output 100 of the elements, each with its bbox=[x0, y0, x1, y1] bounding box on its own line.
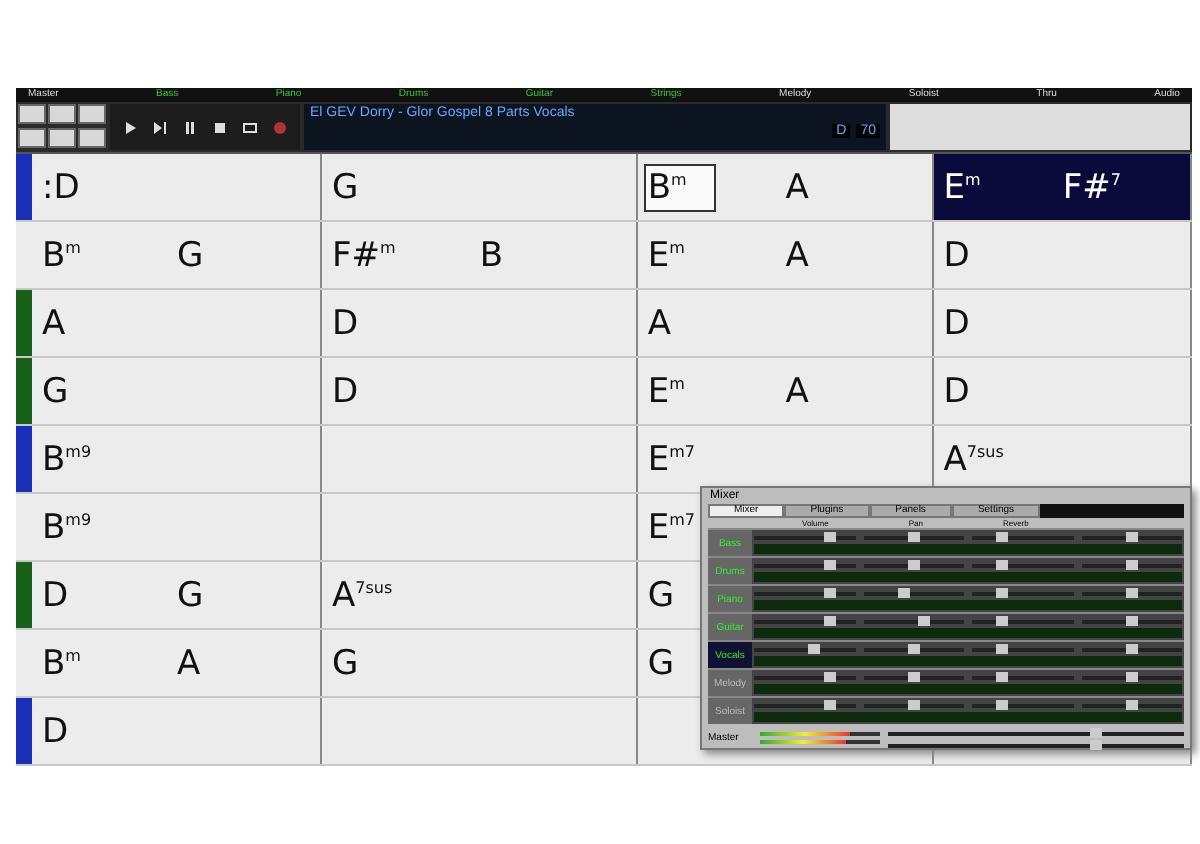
chord-symbol: F#$^{7}$ bbox=[1060, 165, 1124, 211]
bar-cell[interactable]: B$^{m}$ A bbox=[637, 154, 934, 220]
tool-button[interactable] bbox=[18, 104, 46, 124]
slider-thumb[interactable] bbox=[907, 644, 920, 654]
slider-thumb[interactable] bbox=[996, 644, 1009, 654]
bar-cell[interactable]: :D bbox=[32, 154, 322, 220]
slider-thumb[interactable] bbox=[823, 672, 836, 682]
chord-symbol: G bbox=[40, 369, 71, 415]
bar-cell[interactable]: G bbox=[322, 154, 638, 220]
chord-symbol: E$^{m}$ bbox=[645, 369, 687, 415]
slider-thumb[interactable] bbox=[808, 644, 821, 654]
play-from-icon bbox=[152, 119, 168, 135]
bar-cell[interactable]: B$^{m}$ A bbox=[32, 630, 322, 696]
tool-button[interactable] bbox=[48, 104, 76, 124]
chord-symbol: D bbox=[330, 369, 361, 415]
chord-symbol: A bbox=[783, 369, 811, 415]
bar-cell[interactable]: E$^{m}$ A bbox=[637, 222, 934, 288]
slider-thumb[interactable] bbox=[907, 672, 920, 682]
chord-symbol: G bbox=[645, 641, 676, 687]
bar-cell[interactable]: D bbox=[322, 290, 638, 356]
bar-cell[interactable]: D bbox=[933, 358, 1192, 424]
bar-cell[interactable]: B$^{m}$ G bbox=[32, 222, 322, 288]
bar-cell[interactable]: F#$^{m}$ B bbox=[322, 222, 638, 288]
slider-thumb[interactable] bbox=[823, 616, 836, 626]
chord-symbol: B$^{m}$ bbox=[643, 163, 717, 211]
tool-button[interactable] bbox=[78, 128, 106, 148]
slider-thumb[interactable] bbox=[823, 560, 836, 570]
chord-symbol: D bbox=[941, 369, 972, 415]
chord-symbol: D bbox=[941, 301, 972, 347]
slider-thumb[interactable] bbox=[1125, 588, 1138, 598]
chord-symbol: A bbox=[175, 641, 203, 687]
pattern-field[interactable] bbox=[754, 600, 1182, 610]
bar-cell[interactable]: G bbox=[32, 358, 322, 424]
chord-symbol: D bbox=[40, 573, 71, 619]
chord-symbol: A bbox=[645, 301, 673, 347]
slider-thumb[interactable] bbox=[917, 616, 930, 626]
pattern-field[interactable] bbox=[754, 628, 1182, 638]
chord-symbol: :D bbox=[40, 165, 82, 211]
slider-thumb[interactable] bbox=[823, 532, 836, 542]
slider-thumb[interactable] bbox=[1089, 728, 1102, 738]
pattern-field[interactable] bbox=[754, 544, 1182, 554]
bar-cell[interactable]: B$^{m9}$ bbox=[32, 426, 322, 492]
slider-thumb[interactable] bbox=[823, 588, 836, 598]
chord-symbol: B$^{m}$ bbox=[40, 233, 83, 279]
slider-thumb[interactable] bbox=[1125, 616, 1138, 626]
chord-symbol: B bbox=[477, 233, 506, 279]
chord-symbol: G bbox=[175, 233, 206, 279]
chord-symbol: G bbox=[645, 573, 676, 619]
slider-thumb[interactable] bbox=[1125, 672, 1138, 682]
slider-thumb[interactable] bbox=[907, 700, 920, 710]
bar-cell[interactable]: G bbox=[322, 630, 638, 696]
bar-cell[interactable]: D bbox=[322, 358, 638, 424]
chord-symbol: D bbox=[40, 709, 71, 755]
chord-symbol: E$^{m7}$ bbox=[645, 437, 697, 483]
chord-symbol: E$^{m}$ bbox=[645, 233, 687, 279]
slider-thumb[interactable] bbox=[1089, 740, 1102, 750]
loop-icon bbox=[242, 119, 258, 135]
bar-cell[interactable]: A$^{7sus}$ bbox=[322, 562, 638, 628]
slider-thumb[interactable] bbox=[996, 532, 1009, 542]
chord-symbol: E$^{m7}$ bbox=[645, 505, 697, 551]
chord-symbol: B$^{m}$ bbox=[40, 641, 83, 687]
slider-thumb[interactable] bbox=[996, 700, 1009, 710]
bar-cell[interactable]: D bbox=[32, 698, 322, 764]
bar-cell[interactable]: A bbox=[637, 290, 934, 356]
bar-cell[interactable]: E$^{m}$ A bbox=[637, 358, 934, 424]
slider-thumb[interactable] bbox=[996, 672, 1009, 682]
pattern-field[interactable] bbox=[754, 712, 1182, 722]
slider-thumb[interactable] bbox=[1125, 644, 1138, 654]
pattern-field[interactable] bbox=[754, 572, 1182, 582]
slider-thumb[interactable] bbox=[996, 616, 1009, 626]
bar-cell[interactable]: E$^{m}$ F#$^{7}$ bbox=[933, 154, 1192, 220]
pattern-field[interactable] bbox=[754, 684, 1182, 694]
slider-thumb[interactable] bbox=[1125, 532, 1138, 542]
pattern-field[interactable] bbox=[754, 656, 1182, 666]
slider-thumb[interactable] bbox=[907, 560, 920, 570]
slider-thumb[interactable] bbox=[1125, 560, 1138, 570]
tool-button[interactable] bbox=[78, 104, 106, 124]
bar-cell[interactable]: A bbox=[32, 290, 322, 356]
bar-cell[interactable]: D bbox=[933, 222, 1192, 288]
bar-cell[interactable]: B$^{m9}$ bbox=[32, 494, 322, 560]
chord-symbol: B$^{m9}$ bbox=[40, 437, 94, 483]
tool-button[interactable] bbox=[48, 128, 76, 148]
slider-thumb[interactable] bbox=[823, 700, 836, 710]
chord-symbol: A bbox=[783, 233, 811, 279]
tool-button[interactable] bbox=[18, 128, 46, 148]
chord-symbol: D bbox=[941, 233, 972, 279]
chord-symbol: E$^{m}$ bbox=[941, 165, 983, 211]
slider-thumb[interactable] bbox=[996, 588, 1009, 598]
bar-cell[interactable]: D bbox=[933, 290, 1192, 356]
chord-symbol: A$^{7sus}$ bbox=[941, 437, 1006, 483]
chord-symbol: G bbox=[330, 641, 361, 687]
chord-symbol: D bbox=[330, 301, 361, 347]
slider-thumb[interactable] bbox=[907, 532, 920, 542]
slider-thumb[interactable] bbox=[1125, 700, 1138, 710]
chord-symbol: A$^{7sus}$ bbox=[330, 573, 395, 619]
play-icon bbox=[122, 119, 138, 135]
chord-symbol: G bbox=[330, 165, 361, 211]
slider-thumb[interactable] bbox=[897, 588, 910, 598]
bar-cell[interactable]: D G bbox=[32, 562, 322, 628]
slider-thumb[interactable] bbox=[996, 560, 1009, 570]
